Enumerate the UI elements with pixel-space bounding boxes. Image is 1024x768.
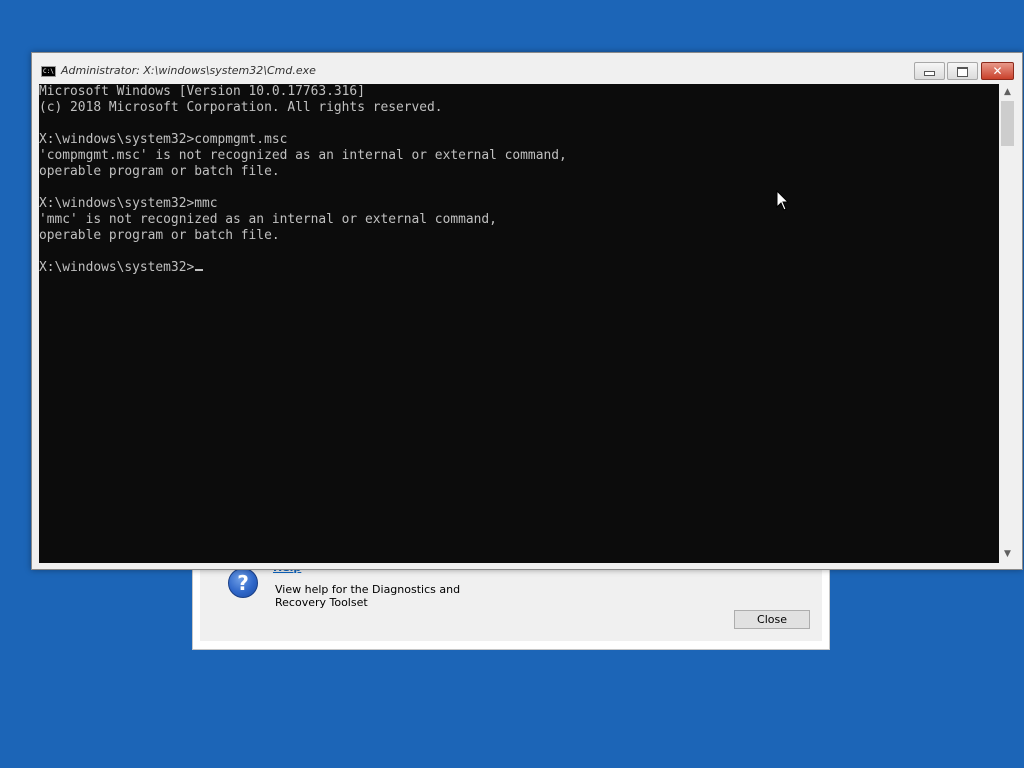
scrollbar-thumb[interactable] <box>1001 101 1014 146</box>
maximize-icon <box>957 66 968 77</box>
vertical-scrollbar[interactable]: ▲ ▼ <box>999 84 1016 563</box>
text-cursor <box>195 269 204 271</box>
dialog-close-button[interactable]: Close <box>734 610 810 629</box>
command-prompt-line[interactable]: X:\windows\system32> <box>39 260 204 276</box>
console-line: 'mmc' is not recognized as an internal o… <box>39 212 497 227</box>
cmd-window[interactable]: C:\ Administrator: X:\windows\system32\C… <box>31 52 1023 570</box>
mouse-pointer-icon <box>776 190 790 211</box>
console-line: operable program or batch file. <box>39 164 280 179</box>
scroll-down-icon[interactable]: ▼ <box>999 546 1016 563</box>
console-output[interactable]: Microsoft Windows [Version 10.0.17763.31… <box>39 84 999 563</box>
close-window-button[interactable]: ✕ <box>981 62 1014 80</box>
help-icon[interactable]: ? <box>228 568 258 598</box>
scroll-up-icon[interactable]: ▲ <box>999 84 1016 101</box>
console-line: X:\windows\system32>compmgmt.msc <box>39 132 288 147</box>
maximize-button[interactable] <box>947 62 978 80</box>
command-prompt: X:\windows\system32> <box>39 260 195 275</box>
console-line: Microsoft Windows [Version 10.0.17763.31… <box>39 84 365 99</box>
close-icon: ✕ <box>992 64 1003 78</box>
minimize-icon <box>924 71 935 76</box>
console-line: X:\windows\system32>mmc <box>39 196 218 211</box>
console-line: (c) 2018 Microsoft Corporation. All righ… <box>39 100 443 115</box>
help-description: View help for the Diagnostics and Recove… <box>275 583 461 609</box>
minimize-button[interactable] <box>914 62 945 80</box>
console-line: 'compmgmt.msc' is not recognized as an i… <box>39 148 567 163</box>
cmd-app-icon[interactable]: C:\ <box>41 66 56 77</box>
console-line: operable program or batch file. <box>39 228 280 243</box>
cmd-title-bar[interactable]: C:\ Administrator: X:\windows\system32\C… <box>32 53 1022 83</box>
window-title: Administrator: X:\windows\system32\Cmd.e… <box>61 64 316 77</box>
